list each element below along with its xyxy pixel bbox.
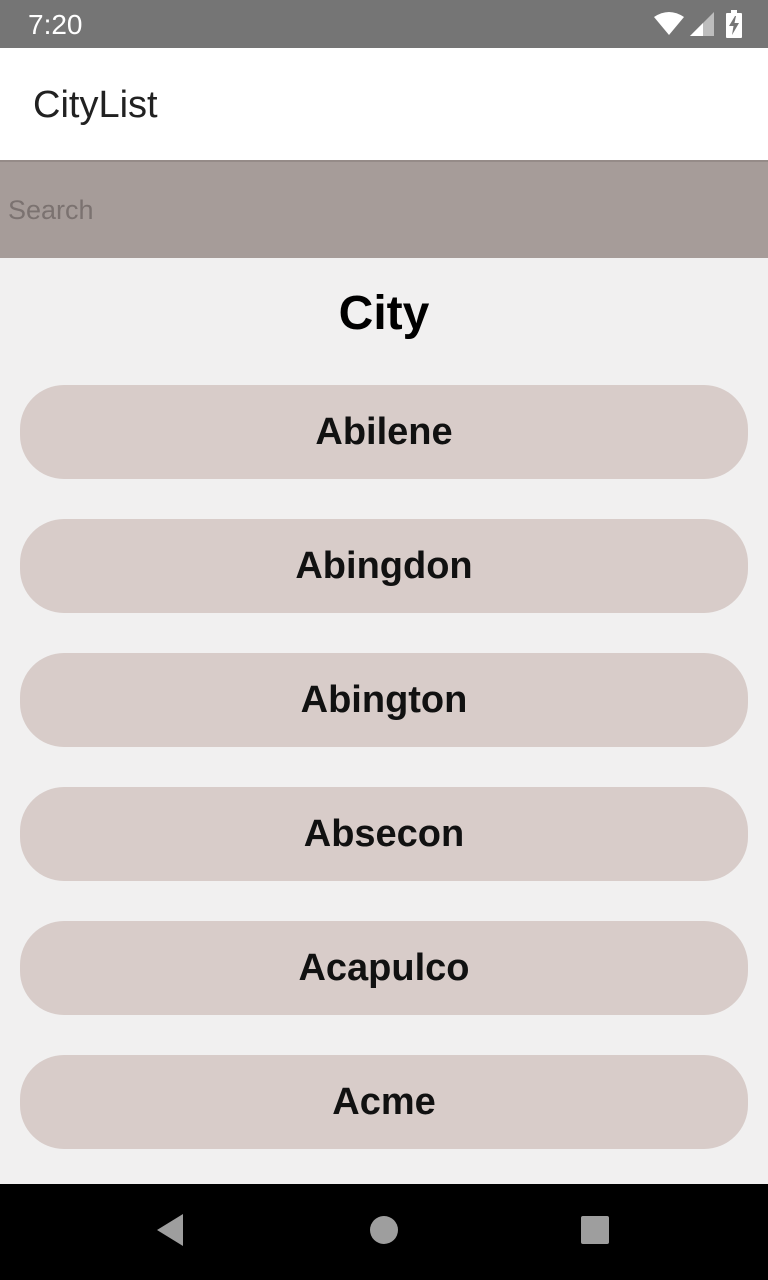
city-button-abingdon[interactable]: Abingdon (20, 519, 748, 613)
back-button[interactable] (146, 1208, 194, 1256)
battery-charging-icon (726, 10, 742, 38)
recents-icon (580, 1215, 610, 1250)
recents-button[interactable] (571, 1208, 619, 1256)
app-bar: CityList (0, 48, 768, 160)
search-bar (0, 160, 768, 258)
home-button[interactable] (360, 1208, 408, 1256)
status-bar: 7:20 (0, 0, 768, 48)
search-input[interactable] (0, 162, 768, 258)
city-list: Abilene Abingdon Abington Absecon Acapul… (20, 385, 748, 1189)
status-time: 7:20 (28, 9, 83, 40)
back-icon (155, 1213, 185, 1252)
city-button-abilene[interactable]: Abilene (20, 385, 748, 479)
wifi-icon (654, 12, 684, 36)
app-title: CityList (33, 84, 158, 126)
home-icon (369, 1215, 399, 1250)
status-icons (654, 10, 742, 38)
city-button-acme[interactable]: Acme (20, 1055, 748, 1149)
list-heading: City (338, 287, 430, 340)
city-button-abington[interactable]: Abington (20, 653, 748, 747)
navigation-bar (0, 1184, 768, 1280)
city-button-absecon[interactable]: Absecon (20, 787, 748, 881)
city-button-acapulco[interactable]: Acapulco (20, 921, 748, 1015)
cell-signal-icon (690, 12, 714, 36)
